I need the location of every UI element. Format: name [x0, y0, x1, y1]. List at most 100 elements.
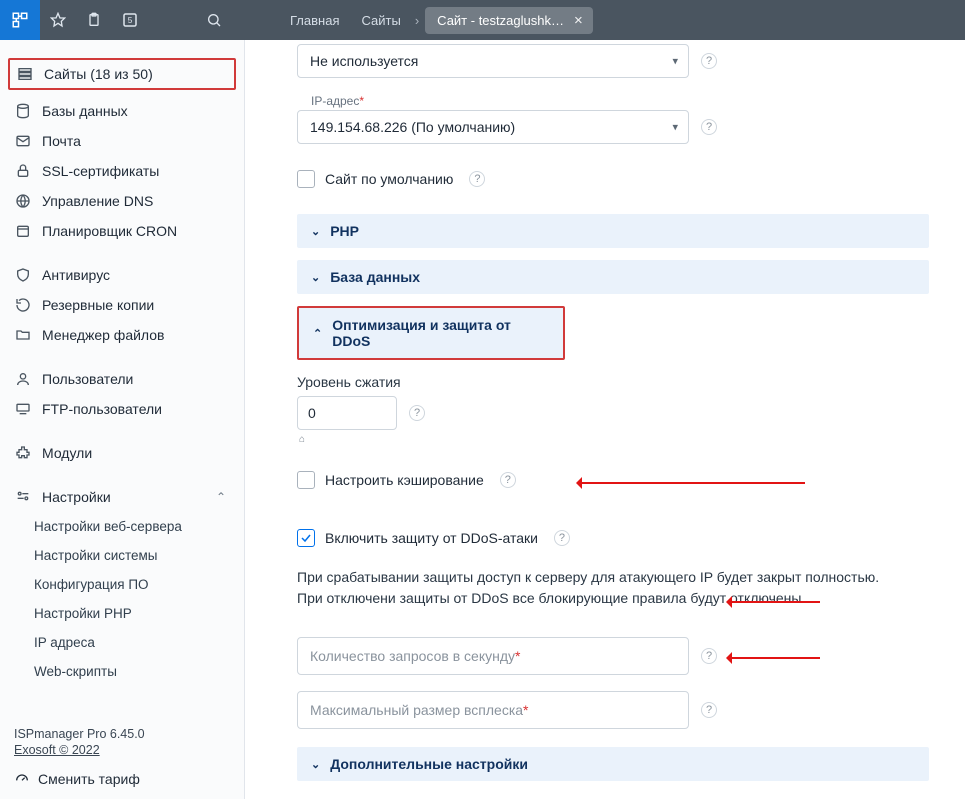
handler-select[interactable]: Не используется ▾	[297, 44, 689, 78]
sidebar-item-label: Пользователи	[42, 371, 133, 387]
globe-icon	[14, 193, 32, 209]
sidebar-item-sites[interactable]: Сайты (18 из 50)	[8, 58, 236, 90]
section-ddos[interactable]: ⌃ Оптимизация и защита от DDoS	[297, 306, 565, 360]
sidebar-sub-system[interactable]: Настройки системы	[0, 541, 244, 570]
section-php[interactable]: ⌄ PHP	[297, 214, 929, 248]
clipboard-icon[interactable]	[76, 0, 112, 40]
help-line: При срабатывании защиты доступ к серверу…	[297, 567, 897, 588]
sidebar-item-label: Настройки PHP	[34, 606, 132, 621]
ftp-icon	[14, 402, 32, 416]
ip-select[interactable]: 149.154.68.226 (По умолчанию) ▾	[297, 110, 689, 144]
star-icon[interactable]	[40, 0, 76, 40]
section-title: Оптимизация и защита от DDoS	[332, 317, 549, 349]
help-icon[interactable]: ?	[701, 119, 717, 135]
app-logo[interactable]	[0, 0, 40, 40]
help-icon[interactable]: ?	[409, 405, 425, 421]
sidebar-sub-web[interactable]: Настройки веб-сервера	[0, 512, 244, 541]
ddos-enable-checkbox[interactable]	[297, 529, 315, 547]
breadcrumb: Главная Сайты › Сайт - testzaglushk… ×	[282, 7, 593, 34]
select-value: Не используется	[310, 53, 418, 69]
sidebar-item-label: Настройки системы	[34, 548, 158, 563]
sidebar-sub-ip[interactable]: IP адреса	[0, 628, 244, 657]
sidebar-sub-php[interactable]: Настройки PHP	[0, 599, 244, 628]
refresh-icon	[14, 297, 32, 313]
sidebar-item-label: Сайты (18 из 50)	[44, 66, 153, 82]
sidebar-item-label: Резервные копии	[42, 297, 154, 313]
calendar-icon	[14, 223, 32, 239]
close-icon[interactable]: ×	[574, 12, 583, 29]
placeholder-text: Количество запросов в секунду	[310, 648, 515, 664]
sidebar-item-cron[interactable]: Планировщик CRON	[0, 216, 244, 246]
content-area: Не используется ▾ ? IP-адрес* 149.154.68…	[245, 40, 965, 799]
copyright-link[interactable]: Exosoft © 2022	[14, 743, 230, 757]
checkbox-label: Настроить кэширование	[325, 472, 484, 488]
ip-label: IP-адрес*	[297, 94, 965, 108]
compression-input[interactable]: 0	[297, 396, 397, 430]
topbar: 5 Главная Сайты › Сайт - testzaglushk… ×	[0, 0, 965, 40]
cache-checkbox[interactable]	[297, 471, 315, 489]
sidebar-item-dns[interactable]: Управление DNS	[0, 186, 244, 216]
sidebar-sub-webscripts[interactable]: Web-скрипты	[0, 657, 244, 686]
breadcrumb-home[interactable]: Главная	[282, 9, 347, 32]
tabs-count-icon[interactable]: 5	[112, 0, 148, 40]
sidebar-item-settings[interactable]: Настройки ⌃	[0, 482, 244, 512]
sidebar-sub-software[interactable]: Конфигурация ПО	[0, 570, 244, 599]
sidebar-item-label: SSL-сертификаты	[42, 163, 159, 179]
burst-size-input[interactable]: Максимальный размер всплеска*	[297, 691, 689, 729]
chevron-down-icon: ⌄	[311, 225, 320, 238]
sidebar-item-label: Настройки	[42, 489, 111, 505]
mail-icon	[14, 133, 32, 149]
sidebar-item-label: Планировщик CRON	[42, 223, 177, 239]
sites-icon	[16, 66, 34, 82]
section-title: Дополнительные настройки	[330, 756, 528, 772]
active-tab[interactable]: Сайт - testzaglushk… ×	[425, 7, 593, 34]
chevron-down-icon: ▾	[672, 121, 678, 134]
help-icon[interactable]: ?	[701, 648, 717, 664]
placeholder-text: Максимальный размер всплеска	[310, 702, 523, 718]
help-icon[interactable]: ?	[469, 171, 485, 187]
puzzle-icon	[14, 445, 32, 461]
help-line: При отключени защиты от DDoS все блокиру…	[297, 588, 897, 609]
requests-per-second-input[interactable]: Количество запросов в секунду*	[297, 637, 689, 675]
help-icon[interactable]: ?	[701, 702, 717, 718]
active-tab-title: Сайт - testzaglushk…	[437, 13, 564, 28]
sidebar-item-databases[interactable]: Базы данных	[0, 96, 244, 126]
default-site-checkbox[interactable]	[297, 170, 315, 188]
checkbox-label: Включить защиту от DDoS-атаки	[325, 530, 538, 546]
svg-text:5: 5	[128, 16, 133, 25]
section-title: База данных	[330, 269, 420, 285]
chevron-down-icon: ▾	[672, 55, 678, 68]
database-icon	[14, 103, 32, 119]
settings-icon	[14, 489, 32, 505]
change-tariff-label: Сменить тариф	[38, 771, 140, 787]
sidebar-item-label: Модули	[42, 445, 92, 461]
sidebar-item-ftp[interactable]: FTP-пользователи	[0, 394, 244, 424]
checkbox-label: Сайт по умолчанию	[325, 171, 453, 187]
sidebar-item-mail[interactable]: Почта	[0, 126, 244, 156]
shield-icon	[14, 267, 32, 283]
sidebar-item-users[interactable]: Пользователи	[0, 364, 244, 394]
breadcrumb-sites[interactable]: Сайты	[353, 9, 408, 32]
sidebar-item-label: FTP-пользователи	[42, 401, 162, 417]
help-icon[interactable]: ?	[701, 53, 717, 69]
chevron-up-icon: ⌃	[313, 327, 322, 340]
annotation-arrow	[730, 601, 820, 603]
sidebar-item-antivirus[interactable]: Антивирус	[0, 260, 244, 290]
chevron-right-icon: ›	[415, 13, 419, 28]
sidebar-item-backup[interactable]: Резервные копии	[0, 290, 244, 320]
sidebar-item-label: Настройки веб-сервера	[34, 519, 182, 534]
sidebar-item-ssl[interactable]: SSL-сертификаты	[0, 156, 244, 186]
change-tariff-link[interactable]: Сменить тариф	[14, 771, 230, 787]
sidebar-item-modules[interactable]: Модули	[0, 438, 244, 468]
sidebar-item-files[interactable]: Менеджер файлов	[0, 320, 244, 350]
section-more-settings[interactable]: ⌄ Дополнительные настройки	[297, 747, 929, 781]
help-icon[interactable]: ?	[500, 472, 516, 488]
sidebar-item-label: Менеджер файлов	[42, 327, 165, 343]
folder-icon	[14, 327, 32, 343]
sidebar-item-label: Web-скрипты	[34, 664, 117, 679]
section-database[interactable]: ⌄ База данных	[297, 260, 929, 294]
search-icon[interactable]	[196, 0, 232, 40]
help-icon[interactable]: ?	[554, 530, 570, 546]
sidebar-item-label: Почта	[42, 133, 81, 149]
annotation-arrow	[580, 482, 805, 484]
